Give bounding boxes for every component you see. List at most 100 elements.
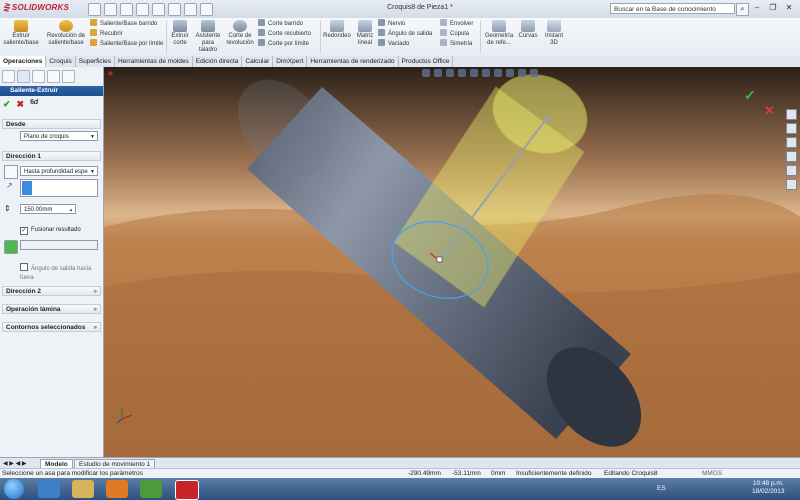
start-condition-select[interactable]: Plano de croquis ▼	[20, 131, 98, 141]
boundary-boss-button[interactable]: Saliente/Base por límite	[90, 39, 163, 49]
language-indicator[interactable]: ES	[657, 485, 666, 492]
hole-wizard-button[interactable]: Asistente para taladro	[194, 20, 222, 54]
boundary-cut-button[interactable]: Corte por límite	[258, 39, 311, 49]
tab-surfaces[interactable]: Superficies	[76, 56, 115, 67]
start-button-icon[interactable]	[4, 479, 24, 499]
tab-render-tools[interactable]: Herramientas de renderizado	[307, 56, 399, 67]
undo-icon[interactable]	[152, 3, 165, 16]
view-settings-icon[interactable]	[530, 69, 538, 77]
detailed-preview-icon[interactable]: 6𝑑	[30, 99, 38, 110]
solidworks-logo[interactable]: ⋛ SOLIDWORKS	[3, 3, 69, 12]
tab-features[interactable]: Operaciones	[0, 56, 47, 67]
mirror-button[interactable]: Simetría	[440, 39, 473, 49]
view-palette-icon[interactable]	[786, 151, 797, 162]
knowledge-search-input[interactable]: Buscar en la Base de conocimiento	[610, 3, 735, 14]
draft-outward-checkbox[interactable]: Ángulo de salida hacia fuera	[20, 263, 98, 283]
lofted-cut-button[interactable]: Corte recubierto	[258, 29, 311, 39]
fillet-button[interactable]: Redondeo	[322, 20, 352, 40]
curves-button[interactable]: Curvas	[518, 20, 538, 40]
custom-properties-icon[interactable]	[786, 179, 797, 190]
edit-appearance-icon[interactable]	[506, 69, 514, 77]
configuration-manager-icon[interactable]	[32, 70, 45, 83]
property-manager-icon[interactable]	[17, 70, 30, 83]
extruded-cut-button[interactable]: Extruir corte	[168, 20, 192, 47]
swept-cut-button[interactable]: Corte barrido	[258, 19, 311, 29]
previous-view-icon[interactable]	[446, 69, 454, 77]
minimize-icon[interactable]: –	[750, 2, 764, 14]
search-icon[interactable]: ⌕	[736, 3, 749, 16]
confirm-corner-cancel-icon[interactable]: ✕	[764, 103, 775, 119]
apply-scene-icon[interactable]	[518, 69, 526, 77]
save-icon[interactable]	[120, 3, 133, 16]
group-thin-feature-header[interactable]: Operación lámina»	[2, 304, 101, 314]
draft-angle-input[interactable]	[20, 240, 98, 250]
internet-explorer-icon[interactable]	[38, 480, 60, 498]
revolve-boss-button[interactable]: Revolución de saliente/base	[44, 20, 88, 47]
depth-input[interactable]: 150.00mm ▲	[20, 204, 76, 214]
extrude-boss-button[interactable]: Extruir saliente/base	[2, 20, 40, 47]
shell-button[interactable]: Vaciado	[378, 39, 432, 49]
group-desde-header[interactable]: Desde	[2, 119, 101, 129]
display-style-icon[interactable]	[482, 69, 490, 77]
tab-scroll-arrows[interactable]: ◀ ▶ ◀ ▶	[3, 460, 26, 467]
group-selected-contours-header[interactable]: Contornos seleccionados»	[2, 322, 101, 332]
tab-office-products[interactable]: Productos Office	[399, 56, 454, 67]
merge-result-checkbox[interactable]: ✓ Fusionar resultado	[20, 226, 81, 235]
display-manager-icon[interactable]	[62, 70, 75, 83]
zoom-area-icon[interactable]	[434, 69, 442, 77]
direction-selection-box[interactable]	[20, 179, 98, 197]
media-player-icon[interactable]	[106, 480, 128, 498]
extruded-cut-icon	[173, 20, 187, 32]
restore-icon[interactable]: ❐	[766, 2, 780, 14]
tab-direct-editing[interactable]: Edición directa	[193, 56, 243, 67]
file-explorer-taskbar-icon[interactable]	[72, 480, 94, 498]
linear-pattern-button[interactable]: Matriz lineal	[354, 20, 376, 47]
solidworks-taskbar-icon[interactable]	[175, 480, 199, 500]
instant-3d-button[interactable]: Instant 3D	[542, 20, 566, 47]
select-icon[interactable]	[168, 3, 181, 16]
draft-button[interactable]: Ángulo de salida	[378, 29, 432, 39]
cancel-icon[interactable]: ✖	[17, 99, 25, 110]
tab-dimxpert[interactable]: DimXpert	[273, 56, 308, 67]
file-explorer-icon[interactable]	[786, 137, 797, 148]
group-direction1-header[interactable]: Dirección 1	[2, 151, 101, 161]
print-icon[interactable]	[136, 3, 149, 16]
tab-mold-tools[interactable]: Herramientas de moldes	[115, 56, 193, 67]
revolved-cut-button[interactable]: Corte de revolución	[224, 20, 256, 47]
dome-button[interactable]: Cúpula	[440, 29, 473, 39]
close-icon[interactable]: ✕	[782, 2, 796, 14]
feature-tree-flyout[interactable]: ◆ Pieza1 (Default<<Default>...	[108, 69, 197, 77]
options-icon[interactable]	[200, 3, 213, 16]
part-icon: ◆	[108, 70, 113, 77]
loft-button[interactable]: Recubrir	[90, 29, 163, 39]
clock[interactable]: 10:48 p.m. 18/02/2013	[752, 480, 785, 496]
new-document-icon[interactable]	[88, 3, 101, 16]
rib-button[interactable]: Nervio	[378, 19, 432, 29]
rebuild-icon[interactable]	[184, 3, 197, 16]
reverse-direction-icon[interactable]	[4, 165, 18, 179]
group-direction2-header[interactable]: Dirección 2»	[2, 286, 101, 296]
sketch-center-point[interactable]	[436, 256, 443, 263]
feature-tree-icon[interactable]	[2, 70, 15, 83]
confirm-corner-ok-icon[interactable]: ✓	[744, 87, 756, 104]
chrome-icon[interactable]	[140, 480, 162, 498]
section-view-icon[interactable]	[458, 69, 466, 77]
view-orientation-icon[interactable]	[470, 69, 478, 77]
end-condition-select[interactable]: Hasta profundidad espe ▼	[20, 166, 98, 176]
open-icon[interactable]	[104, 3, 117, 16]
wrap-button[interactable]: Envolver	[440, 19, 473, 29]
design-library-icon[interactable]	[786, 123, 797, 134]
dimxpert-manager-icon[interactable]	[47, 70, 60, 83]
draft-on-off-icon[interactable]	[4, 240, 18, 254]
appearances-icon[interactable]	[786, 165, 797, 176]
system-tray-icons[interactable]	[680, 484, 740, 494]
swept-boss-button[interactable]: Saliente/Base barrido	[90, 19, 163, 29]
reference-geometry-button[interactable]: Geometría de refe...	[482, 20, 516, 47]
zoom-fit-icon[interactable]	[422, 69, 430, 77]
tab-sketch[interactable]: Croquis	[46, 56, 76, 67]
graphics-area[interactable]: ◆ Pieza1 (Default<<Default>... ✓ ✕	[104, 67, 800, 457]
hide-show-icon[interactable]	[494, 69, 502, 77]
tab-evaluate[interactable]: Calcular	[242, 56, 274, 67]
ok-icon[interactable]: ✔	[3, 99, 11, 110]
resources-icon[interactable]	[786, 109, 797, 120]
